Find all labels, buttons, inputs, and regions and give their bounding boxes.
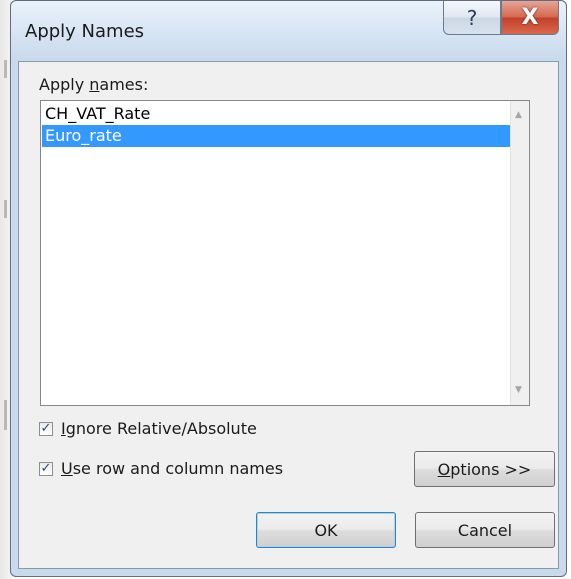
help-button[interactable]: ? [443, 1, 501, 35]
check-icon: ✓ [40, 461, 52, 476]
ignore-relative-option[interactable]: ✓ Ignore Relative/Absolute [39, 419, 257, 438]
button-accelerator: O [437, 459, 451, 479]
close-button[interactable]: X [501, 1, 559, 35]
label-text: se row and column names [72, 459, 284, 478]
edge-mark [4, 60, 7, 78]
list-item-euro-rate[interactable]: Euro_rate [42, 125, 524, 147]
label-text: ames: [99, 75, 149, 94]
scroll-down-icon[interactable]: ▼ [515, 385, 522, 395]
close-icon: X [521, 5, 539, 30]
apply-names-label: Apply names: [39, 75, 148, 94]
list-item-ch-vat-rate[interactable]: CH_VAT_Rate [42, 103, 524, 125]
use-row-column-checkbox[interactable]: ✓ [39, 461, 53, 476]
dialog-title: Apply Names [25, 21, 145, 42]
apply-names-dialog: Apply Names ? X Apply names: CH_VAT_Rate… [10, 0, 567, 577]
edge-mark [4, 400, 7, 430]
label-text: Apply [39, 75, 90, 94]
label-accelerator: U [61, 459, 73, 478]
listbox-scrollbar[interactable]: ▲ ▼ [510, 101, 529, 405]
use-row-column-option[interactable]: ✓ Use row and column names [39, 459, 283, 478]
label-text: gnore Relative/Absolute [65, 419, 257, 438]
use-row-column-label[interactable]: Use row and column names [61, 459, 283, 478]
button-text: ptions >> [450, 459, 532, 479]
check-icon: ✓ [40, 421, 52, 436]
names-listbox[interactable]: CH_VAT_Rate Euro_rate ▲ ▼ [40, 100, 530, 406]
cancel-button[interactable]: Cancel [415, 512, 555, 548]
label-accelerator: n [89, 75, 100, 94]
ok-button[interactable]: OK [256, 512, 396, 548]
help-icon: ? [466, 5, 478, 30]
ignore-relative-checkbox[interactable]: ✓ [39, 421, 53, 436]
ignore-relative-label[interactable]: Ignore Relative/Absolute [61, 419, 257, 438]
edge-mark [4, 200, 7, 218]
options-button[interactable]: Options >> [414, 451, 555, 487]
dialog-body: Apply names: CH_VAT_Rate Euro_rate ▲ ▼ ✓… [18, 61, 559, 569]
scroll-up-icon[interactable]: ▲ [515, 110, 522, 120]
